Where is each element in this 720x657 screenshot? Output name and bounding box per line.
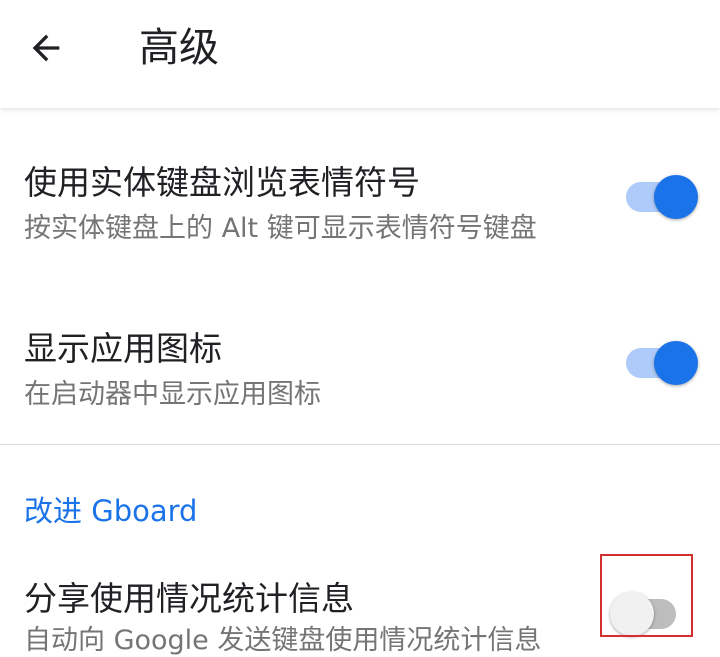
arrow-back-icon [32, 34, 60, 62]
emoji-keyboard-toggle[interactable] [626, 165, 698, 225]
highlight-box [600, 554, 693, 637]
switch-thumb [654, 175, 698, 219]
section-divider [0, 444, 720, 445]
back-button[interactable] [18, 20, 74, 76]
setting-row-show-app-icon[interactable]: 显示应用图标 在启动器中显示应用图标 [0, 304, 720, 444]
setting-title: 分享使用情况统计信息 [24, 579, 354, 618]
setting-summary: 按实体键盘上的 Alt 键可显示表情符号键盘 [24, 213, 537, 244]
app-bar: 高级 [0, 0, 720, 108]
setting-summary: 自动向 Google 发送键盘使用情况统计信息 [24, 625, 542, 656]
setting-row-emoji-physical-keyboard[interactable]: 使用实体键盘浏览表情符号 按实体键盘上的 Alt 键可显示表情符号键盘 [0, 138, 720, 278]
switch-thumb [654, 341, 698, 385]
page-title: 高级 [139, 25, 219, 71]
setting-summary: 在启动器中显示应用图标 [24, 379, 321, 410]
show-app-icon-toggle[interactable] [626, 331, 698, 391]
section-header-improve-gboard: 改进 Gboard [24, 494, 198, 528]
setting-title: 使用实体键盘浏览表情符号 [24, 163, 420, 202]
setting-title: 显示应用图标 [24, 329, 222, 368]
